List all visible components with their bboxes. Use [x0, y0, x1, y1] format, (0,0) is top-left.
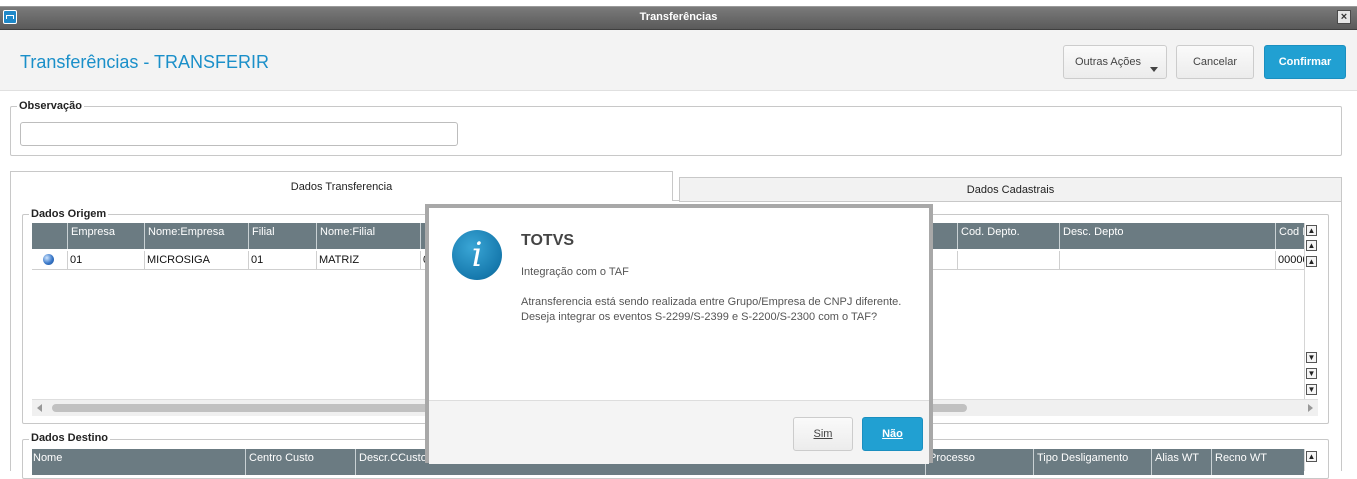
row-status-cell — [32, 251, 68, 269]
tab-dados-transferencia[interactable]: Dados Transferencia — [10, 171, 673, 201]
column-header-processo[interactable]: Processo — [926, 449, 1034, 475]
scroll-down-icon[interactable]: ▼ — [1306, 352, 1317, 363]
column-header-cod-depto[interactable]: Cod. Depto. — [958, 223, 1060, 249]
totvs-dialog: i TOTVS Integração com o TAF Atransferen… — [425, 204, 933, 464]
cell-nome-empresa: MICROSIGA — [145, 251, 249, 269]
destino-vertical-scrollbar[interactable]: ▲ — [1304, 449, 1318, 471]
column-header-alias-wt[interactable]: Alias WT — [1152, 449, 1212, 475]
scroll-left-icon[interactable] — [37, 404, 42, 412]
scroll-page-down-icon[interactable]: ▼ — [1306, 368, 1317, 379]
confirm-button[interactable]: Confirmar — [1264, 45, 1346, 79]
cell-cod: 00000 — [1278, 254, 1304, 266]
observacao-input[interactable] — [20, 122, 458, 146]
window-close-icon[interactable]: × — [1337, 10, 1351, 24]
scroll-up-icon[interactable]: ▲ — [1306, 256, 1317, 267]
column-header-desc-depto[interactable]: Desc. Depto — [1060, 223, 1276, 249]
status-icon — [43, 254, 54, 265]
dialog-message: Atransferencia está sendo realizada entr… — [521, 296, 902, 323]
cancel-button[interactable]: Cancelar — [1176, 45, 1254, 79]
dialog-title: TOTVS — [521, 232, 575, 249]
cell-desc-depto — [1060, 251, 1276, 269]
column-header-tipo-desligamento[interactable]: Tipo Desligamento — [1034, 449, 1152, 475]
scroll-bottom-icon[interactable]: ▼ — [1306, 384, 1317, 395]
dialog-subtitle: Integração com o TAF — [521, 266, 629, 278]
cell-nome-filial: MATRIZ — [317, 251, 421, 269]
scroll-top-icon[interactable]: ▲ — [1306, 451, 1317, 462]
observacao-label: Observação — [17, 100, 84, 112]
column-header-filial[interactable]: Filial — [249, 223, 317, 249]
cell-filial: 01 — [249, 251, 317, 269]
window-titlebar: Transferências × — [0, 6, 1357, 30]
dados-destino-label: Dados Destino — [29, 432, 111, 444]
column-header-nome-filial[interactable]: Nome:Filial — [317, 223, 421, 249]
column-header-centro-custo[interactable]: Centro Custo — [246, 449, 356, 475]
dialog-footer — [429, 400, 929, 464]
scroll-top-icon[interactable]: ▲ — [1306, 225, 1317, 236]
nao-label: Não — [882, 428, 903, 440]
chevron-down-icon — [1150, 67, 1158, 72]
scroll-right-icon[interactable] — [1308, 404, 1313, 412]
scroll-page-up-icon[interactable]: ▲ — [1306, 240, 1317, 251]
column-header-status — [32, 223, 68, 249]
column-header-cod[interactable]: Cod I — [1276, 223, 1304, 249]
column-header-nome[interactable]: Nome — [32, 449, 246, 475]
window-title: Transferências — [639, 11, 718, 23]
outras-acoes-label: Outras Ações — [1074, 56, 1142, 68]
column-header-nome-empresa[interactable]: Nome:Empresa — [145, 223, 249, 249]
column-header-empresa[interactable]: Empresa — [68, 223, 145, 249]
column-header-recno-wt[interactable]: Recno WT — [1212, 449, 1304, 475]
nao-button[interactable]: Não — [862, 417, 923, 451]
sim-label: Sim — [813, 428, 833, 440]
tab-dados-cadastrais[interactable]: Dados Cadastrais — [679, 177, 1342, 202]
outras-acoes-button[interactable]: Outras Ações — [1063, 45, 1167, 79]
dados-origem-label: Dados Origem — [29, 208, 109, 220]
cell-cod-depto — [958, 251, 1060, 269]
cell-empresa: 01 — [68, 251, 145, 269]
page-title: Transferências - TRANSFERIR — [20, 52, 270, 72]
sim-button[interactable]: Sim — [793, 417, 853, 451]
origem-vertical-scrollbar[interactable]: ▲ ▲ ▲ ▼ ▼ ▼ — [1304, 223, 1318, 399]
info-icon: i — [452, 230, 502, 280]
